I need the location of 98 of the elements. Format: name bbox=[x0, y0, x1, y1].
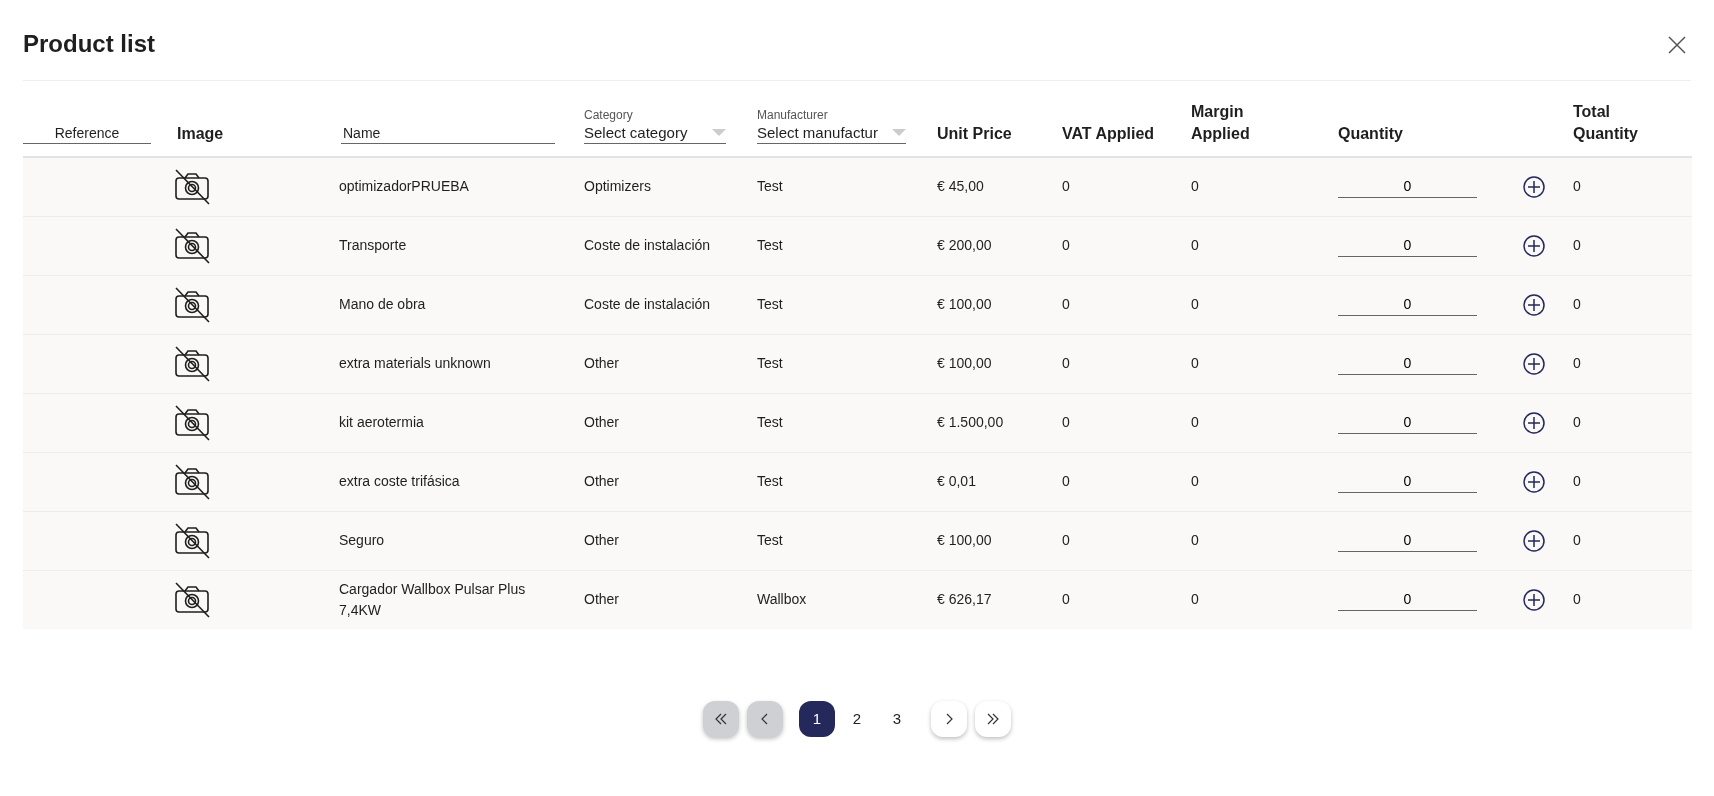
column-header: Image bbox=[177, 124, 224, 142]
table-cell: Wallbox bbox=[757, 591, 807, 608]
filter-dropdown[interactable]: Select category bbox=[584, 122, 726, 145]
table-cell: € 200,00 bbox=[937, 237, 992, 254]
product-name: Seguro bbox=[339, 531, 386, 551]
table-cell: 0 bbox=[1062, 591, 1070, 608]
add-icon[interactable] bbox=[1523, 293, 1545, 316]
table-cell: Other bbox=[584, 414, 619, 431]
product-name: Transporte bbox=[339, 236, 408, 256]
table-cell: € 100,00 bbox=[937, 532, 992, 549]
table-cell: € 100,00 bbox=[937, 355, 992, 372]
name-filter-field[interactable]: Name bbox=[341, 124, 555, 145]
table-cell: 0 bbox=[1573, 414, 1581, 431]
filter-dropdown[interactable]: Select manufactur bbox=[757, 122, 906, 145]
quantity-field[interactable]: 0 bbox=[1338, 234, 1477, 257]
table-cell: 0 bbox=[1191, 473, 1199, 490]
column-header: Total Quantity bbox=[1573, 102, 1639, 144]
no-image-icon bbox=[173, 344, 211, 383]
add-icon[interactable] bbox=[1523, 176, 1545, 199]
table-cell: 0 bbox=[1191, 296, 1199, 313]
table-cell: 0 bbox=[1573, 237, 1581, 254]
page-button[interactable]: 1 bbox=[799, 701, 835, 738]
add-icon[interactable] bbox=[1523, 411, 1545, 434]
table-cell: 0 bbox=[1573, 296, 1581, 313]
table-cell: 0 bbox=[1573, 178, 1581, 195]
quantity-field[interactable]: 0 bbox=[1338, 293, 1477, 316]
quantity-field[interactable]: 0 bbox=[1338, 470, 1477, 493]
add-icon[interactable] bbox=[1523, 529, 1545, 552]
quantity-field[interactable]: 0 bbox=[1338, 529, 1477, 552]
table-cell: Other bbox=[584, 355, 619, 372]
no-image-icon bbox=[173, 167, 211, 206]
table-cell: 0 bbox=[1062, 296, 1070, 313]
product-name: Mano de obra bbox=[339, 295, 427, 315]
no-image-icon bbox=[173, 403, 211, 442]
table-cell: Test bbox=[757, 296, 783, 313]
filter-label: Manufacturer bbox=[757, 106, 829, 123]
table-cell: Test bbox=[757, 237, 783, 254]
dialog-title: Product list bbox=[23, 29, 155, 59]
table-cell: Test bbox=[757, 178, 783, 195]
column-header: Unit Price bbox=[937, 124, 1012, 142]
table-cell: 0 bbox=[1062, 355, 1070, 372]
table-cell: 0 bbox=[1191, 237, 1199, 254]
table-cell: € 0,01 bbox=[937, 473, 976, 490]
table-cell: Test bbox=[757, 355, 783, 372]
column-header: Quantity bbox=[1338, 124, 1403, 142]
product-name: Cargador Wallbox Pulsar Plus 7,4KW bbox=[339, 579, 527, 620]
table-cell: Coste de instalación bbox=[584, 237, 711, 254]
table-cell: 0 bbox=[1191, 591, 1199, 608]
no-image-icon bbox=[173, 462, 211, 501]
table-cell: 0 bbox=[1062, 414, 1070, 431]
table-cell: Test bbox=[757, 414, 783, 431]
table-cell: 0 bbox=[1062, 473, 1070, 490]
table-cell: 0 bbox=[1191, 414, 1199, 431]
dropdown-value: Select category bbox=[584, 122, 688, 143]
table-cell: Other bbox=[584, 532, 619, 549]
add-icon[interactable] bbox=[1523, 352, 1545, 375]
quantity-field[interactable]: 0 bbox=[1338, 175, 1477, 198]
product-name: kit aerotermia bbox=[339, 413, 425, 433]
table-cell: 0 bbox=[1062, 532, 1070, 549]
reference-filter-field[interactable]: Reference bbox=[23, 124, 151, 145]
table-cell: 0 bbox=[1573, 532, 1581, 549]
column-header: Margin Applied bbox=[1191, 102, 1251, 144]
product-name: extra coste trifásica bbox=[339, 472, 461, 492]
table-cell: 0 bbox=[1191, 532, 1199, 549]
quantity-field[interactable]: 0 bbox=[1338, 352, 1477, 375]
add-icon[interactable] bbox=[1523, 589, 1545, 612]
table-cell: 0 bbox=[1191, 355, 1199, 372]
no-image-icon bbox=[173, 226, 211, 265]
table-cell: Other bbox=[584, 591, 619, 608]
table-cell: € 45,00 bbox=[937, 178, 984, 195]
table-cell: 0 bbox=[1062, 237, 1070, 254]
table-cell: Test bbox=[757, 532, 783, 549]
table-cell: 0 bbox=[1573, 473, 1581, 490]
table-cell: € 100,00 bbox=[937, 296, 992, 313]
no-image-icon bbox=[173, 521, 211, 560]
no-image-icon bbox=[173, 285, 211, 324]
table-cell: Test bbox=[757, 473, 783, 490]
table-cell: 0 bbox=[1191, 178, 1199, 195]
product-name: optimizadorPRUEBA bbox=[339, 177, 470, 197]
table-cell: € 1.500,00 bbox=[937, 414, 1004, 431]
column-header: VAT Applied bbox=[1062, 123, 1155, 144]
product-name: extra materials unknown bbox=[339, 354, 492, 374]
table-cell: 0 bbox=[1573, 591, 1581, 608]
page-button[interactable]: 2 bbox=[839, 701, 875, 738]
page-button[interactable]: 3 bbox=[879, 701, 915, 738]
no-image-icon bbox=[173, 580, 211, 619]
table-cell: 0 bbox=[1573, 355, 1581, 372]
filter-label: Category bbox=[584, 106, 634, 123]
quantity-field[interactable]: 0 bbox=[1338, 411, 1477, 434]
quantity-field[interactable]: 0 bbox=[1338, 588, 1477, 611]
table-cell: € 626,17 bbox=[937, 591, 992, 608]
table-cell: Optimizers bbox=[584, 178, 651, 195]
add-icon[interactable] bbox=[1523, 470, 1545, 493]
table-cell: Other bbox=[584, 473, 619, 490]
add-icon[interactable] bbox=[1523, 234, 1545, 257]
table-cell: Coste de instalación bbox=[584, 296, 711, 313]
dropdown-value: Select manufactur bbox=[757, 122, 878, 143]
table-cell: 0 bbox=[1062, 178, 1070, 195]
